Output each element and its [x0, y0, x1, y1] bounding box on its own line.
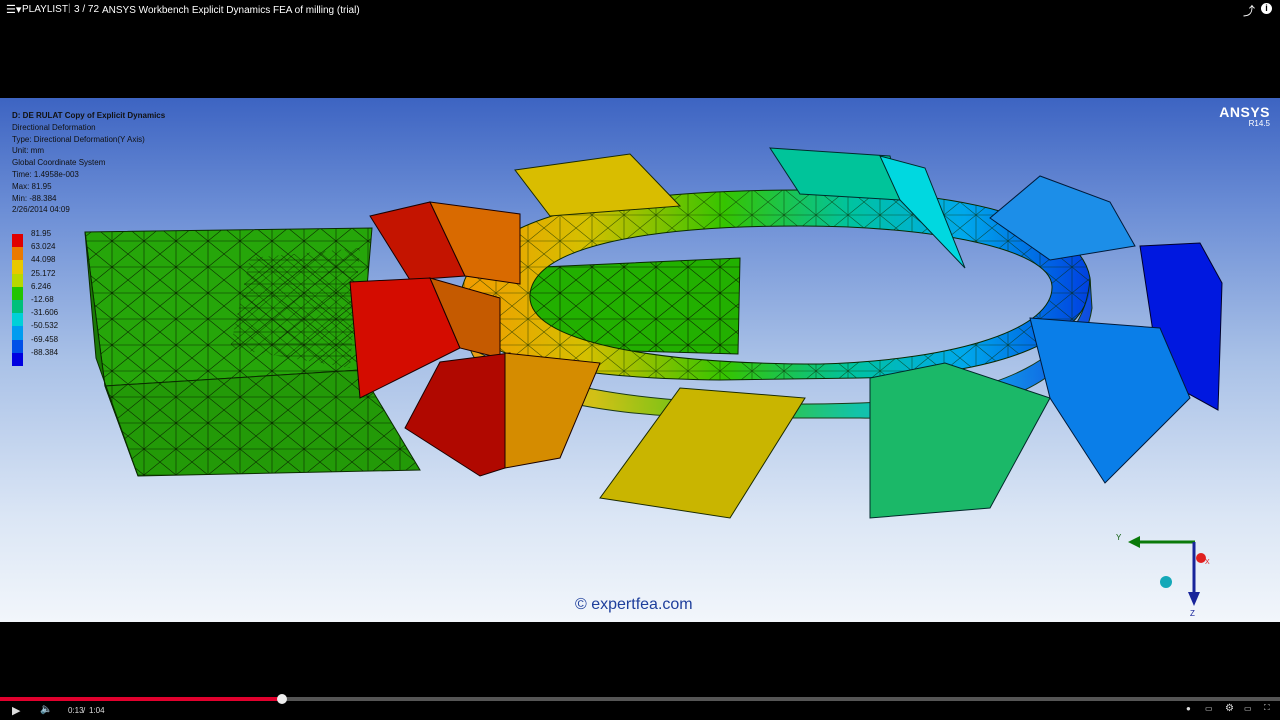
axis-y-label: Y [1116, 533, 1122, 542]
result-name: Directional Deformation [12, 122, 96, 132]
progress-bar[interactable] [0, 697, 1280, 701]
analysis-title: D: DE RULAT Copy of Explicit Dynamics [12, 111, 166, 120]
video-title[interactable]: ANSYS Workbench Explicit Dynamics FEA of… [102, 5, 360, 16]
coordinate-system: Global Coordinate System [12, 158, 106, 168]
share-icon[interactable]: ⤴ [1243, 2, 1255, 19]
progress-scrubber[interactable] [276, 694, 287, 704]
playlist-menu-icon[interactable]: ☰▾ [6, 3, 21, 16]
time-total: 1:04 [89, 706, 105, 715]
axis-z-label: Z [1190, 609, 1195, 618]
legend-value: 6.246 [31, 281, 52, 291]
legend-swatch [12, 273, 23, 287]
legend-swatch [12, 234, 23, 248]
brand-name: ANSYS [1219, 104, 1270, 120]
legend-value: -12.68 [31, 294, 54, 304]
legend-swatch [12, 326, 23, 340]
playlist-label[interactable]: PLAYLIST [22, 4, 68, 15]
legend-swatch [12, 247, 23, 261]
legend-value: 44.098 [31, 255, 56, 265]
time-current: 0:13 [68, 706, 84, 715]
legend-value: 63.024 [31, 242, 56, 252]
progress-fill [0, 697, 282, 701]
fullscreen-icon[interactable]: ⛶ [1264, 703, 1270, 713]
time-separator: / [83, 706, 86, 715]
legend-value: -50.532 [31, 321, 59, 331]
legend-value: 25.172 [31, 268, 56, 278]
watch-later-icon[interactable]: ▭ [1205, 704, 1213, 713]
legend-swatch [12, 339, 23, 353]
legend-swatch [12, 313, 23, 327]
result-max: Max: 81.95 [12, 181, 52, 191]
annotations-icon[interactable]: ● [1186, 704, 1191, 713]
result-min: Min: -88.384 [12, 193, 57, 203]
legend-value: 81.95 [31, 229, 52, 238]
legend-value: -31.606 [31, 308, 59, 318]
brand-version: R14.5 [1248, 119, 1270, 128]
settings-icon[interactable]: ⚙ [1225, 703, 1234, 714]
milling-model [84, 147, 1223, 519]
player-top-bar: ☰▾ PLAYLIST | 3 / 72 ANSYS Workbench Exp… [0, 0, 1280, 20]
ansys-logo: ANSYS R14.5 [1219, 104, 1270, 128]
theater-mode-icon[interactable]: ▭ [1244, 704, 1252, 713]
result-info-panel: D: DE RULAT Copy of Explicit Dynamics Di… [12, 110, 165, 216]
axis-triad: Y Z X [1116, 533, 1210, 618]
fea-viewport[interactable]: D: DE RULAT Copy of Explicit Dynamics Di… [0, 98, 1280, 622]
legend-swatch [12, 260, 23, 274]
divider: | [68, 3, 71, 14]
result-time: Time: 1.4958e-003 [12, 169, 79, 179]
legend-swatch [12, 299, 23, 314]
playlist-index: 3 / 72 [74, 4, 100, 15]
play-icon[interactable]: ▶ [12, 704, 20, 717]
legend-value: -88.384 [31, 347, 59, 357]
result-type: Type: Directional Deformation(Y Axis) [12, 134, 145, 144]
iso-ball [1160, 576, 1172, 588]
info-icon[interactable]: i [1261, 3, 1272, 14]
watermark: © expertfea.com [575, 596, 693, 613]
result-date: 2/26/2014 04:09 [12, 205, 70, 215]
result-unit: Unit: mm [12, 146, 44, 156]
legend-swatch [12, 286, 23, 300]
legend-swatch [12, 352, 23, 366]
axis-x-label: X [1205, 559, 1210, 566]
player-controls: ▶ 🔈 0:13 / 1:04 ● ▭ ⚙ ▭ ⛶ [0, 694, 1280, 720]
volume-icon[interactable]: 🔈 [40, 704, 52, 715]
legend-value: -69.458 [31, 334, 59, 344]
